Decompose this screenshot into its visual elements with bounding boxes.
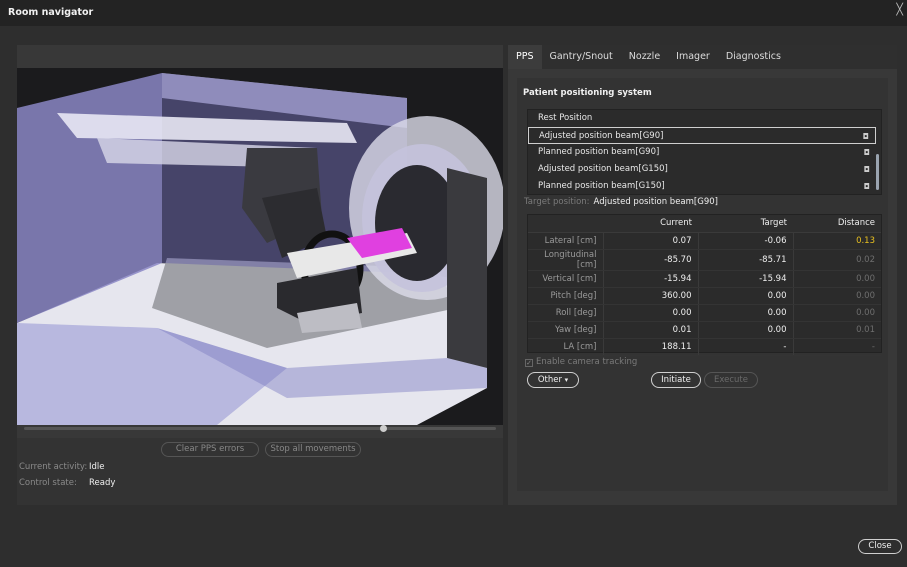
table-row: Roll [deg] 0.00 0.00 0.00 <box>528 304 881 322</box>
window-title: Room navigator <box>8 7 94 18</box>
position-table: Current Target Distance Lateral [cm] 0.0… <box>527 214 882 356</box>
distance-value: 0.00 <box>793 304 881 322</box>
target-position-value: Adjusted position beam[G90] <box>593 197 718 207</box>
row-label: Pitch [deg] <box>528 287 604 305</box>
close-button[interactable]: Close <box>858 539 902 554</box>
target-value: 0.00 <box>698 304 794 322</box>
target-position-label: Target position: <box>524 197 590 207</box>
distance-value: 0.02 <box>793 249 881 271</box>
title-bar: Room navigator ╳ <box>0 0 907 26</box>
target-position-row: Target position: Adjusted position beam[G… <box>524 197 718 207</box>
target-value: - <box>698 338 794 356</box>
position-list-scrollbar[interactable] <box>876 154 879 190</box>
treatment-room-render <box>17 68 503 425</box>
tab-imager[interactable]: Imager <box>668 45 718 69</box>
position-list: Rest Position Adjusted position beam[G90… <box>527 109 882 195</box>
current-value: -15.94 <box>603 270 699 288</box>
camera-icon: ◘ <box>863 182 870 191</box>
table-header-distance: Distance <box>793 215 881 233</box>
target-value: -0.06 <box>698 232 794 250</box>
current-value: -85.70 <box>603 249 699 271</box>
current-value: 0.07 <box>603 232 699 250</box>
current-activity-label: Current activity: <box>19 462 88 472</box>
table-row: Yaw [deg] 0.01 0.00 0.01 <box>528 321 881 339</box>
other-label: Other <box>537 375 562 385</box>
table-header-target: Target <box>698 215 793 233</box>
camera-icon: ◘ <box>863 165 870 174</box>
control-state-label: Control state: <box>19 478 77 488</box>
row-label: Longitudinal [cm] <box>528 249 604 271</box>
table-header <box>528 215 603 233</box>
current-value: 0.00 <box>603 304 699 322</box>
window-close-icon[interactable]: ╳ <box>896 3 903 16</box>
control-panel: PPS Gantry/Snout Nozzle Imager Diagnosti… <box>508 45 897 505</box>
target-value: 0.00 <box>698 321 794 339</box>
camera-tracking-row: ✓ Enable camera tracking <box>525 357 637 367</box>
target-value: -85.71 <box>698 249 794 271</box>
tab-pps[interactable]: PPS <box>508 45 542 69</box>
timeline-slider-handle[interactable] <box>380 425 387 432</box>
position-label: Rest Position <box>538 113 593 123</box>
control-state-row: Control state: Ready <box>19 478 115 488</box>
tab-bar: PPS Gantry/Snout Nozzle Imager Diagnosti… <box>508 45 897 69</box>
tab-nozzle[interactable]: Nozzle <box>621 45 668 69</box>
position-label: Planned position beam[G90] <box>538 147 660 157</box>
camera-tracking-label: Enable camera tracking <box>536 357 638 367</box>
current-value: 0.01 <box>603 321 699 339</box>
distance-value: - <box>793 338 881 356</box>
distance-value: 0.13 <box>793 232 881 250</box>
target-value: -15.94 <box>698 270 794 288</box>
target-value: 0.00 <box>698 287 794 305</box>
row-label: Lateral [cm] <box>528 232 604 250</box>
tab-diagnostics[interactable]: Diagnostics <box>718 45 789 69</box>
position-label: Planned position beam[G150] <box>538 181 665 191</box>
current-value: 188.11 <box>603 338 699 356</box>
distance-value: 0.00 <box>793 287 881 305</box>
timeline-slider[interactable] <box>24 425 496 432</box>
camera-tracking-checkbox[interactable]: ✓ <box>525 359 533 367</box>
3d-room-viewport[interactable] <box>17 68 503 425</box>
execute-button[interactable]: Execute <box>704 372 758 388</box>
camera-icon: ◘ <box>862 132 869 141</box>
table-row: Vertical [cm] -15.94 -15.94 0.00 <box>528 270 881 288</box>
position-item[interactable]: Planned position beam[G150] ◘ <box>528 178 876 194</box>
position-label: Adjusted position beam[G150] <box>538 164 668 174</box>
pps-content: Patient positioning system Rest Position… <box>517 78 888 491</box>
current-value: 360.00 <box>603 287 699 305</box>
pps-controls: Clear PPS errors Stop all movements Curr… <box>17 438 503 505</box>
room-view-panel: Clear PPS errors Stop all movements Curr… <box>17 45 503 505</box>
tab-gantry-snout[interactable]: Gantry/Snout <box>542 45 621 69</box>
camera-icon: ◘ <box>863 148 870 157</box>
current-activity-row: Current activity: Idle <box>19 462 105 472</box>
stop-all-movements-button[interactable]: Stop all movements <box>265 442 361 457</box>
row-label: Yaw [deg] <box>528 321 604 339</box>
position-item[interactable]: Planned position beam[G90] ◘ <box>528 144 876 161</box>
main-area: Clear PPS errors Stop all movements Curr… <box>0 26 907 567</box>
position-item-selected[interactable]: Adjusted position beam[G90] ◘ <box>528 127 876 144</box>
table-row: Lateral [cm] 0.07 -0.06 0.13 <box>528 232 881 250</box>
distance-value: 0.01 <box>793 321 881 339</box>
position-item[interactable]: Adjusted position beam[G150] ◘ <box>528 161 876 178</box>
table-row: LA [cm] 188.11 - - <box>528 338 881 356</box>
position-item[interactable]: Rest Position <box>528 110 876 127</box>
initiate-button[interactable]: Initiate <box>651 372 701 388</box>
control-state-value: Ready <box>89 478 116 488</box>
current-activity-value: Idle <box>89 462 105 472</box>
row-label: Roll [deg] <box>528 304 604 322</box>
chevron-down-icon: ▾ <box>564 376 569 384</box>
table-row: Longitudinal [cm] -85.70 -85.71 0.02 <box>528 249 881 271</box>
row-label: Vertical [cm] <box>528 270 604 288</box>
position-label: Adjusted position beam[G90] <box>539 131 664 141</box>
table-row: Pitch [deg] 360.00 0.00 0.00 <box>528 287 881 305</box>
clear-pps-errors-button[interactable]: Clear PPS errors <box>161 442 259 457</box>
row-label: LA [cm] <box>528 338 604 356</box>
table-header-current: Current <box>603 215 698 233</box>
distance-value: 0.00 <box>793 270 881 288</box>
other-dropdown[interactable]: Other ▾ <box>527 372 579 388</box>
section-title: Patient positioning system <box>523 88 652 98</box>
